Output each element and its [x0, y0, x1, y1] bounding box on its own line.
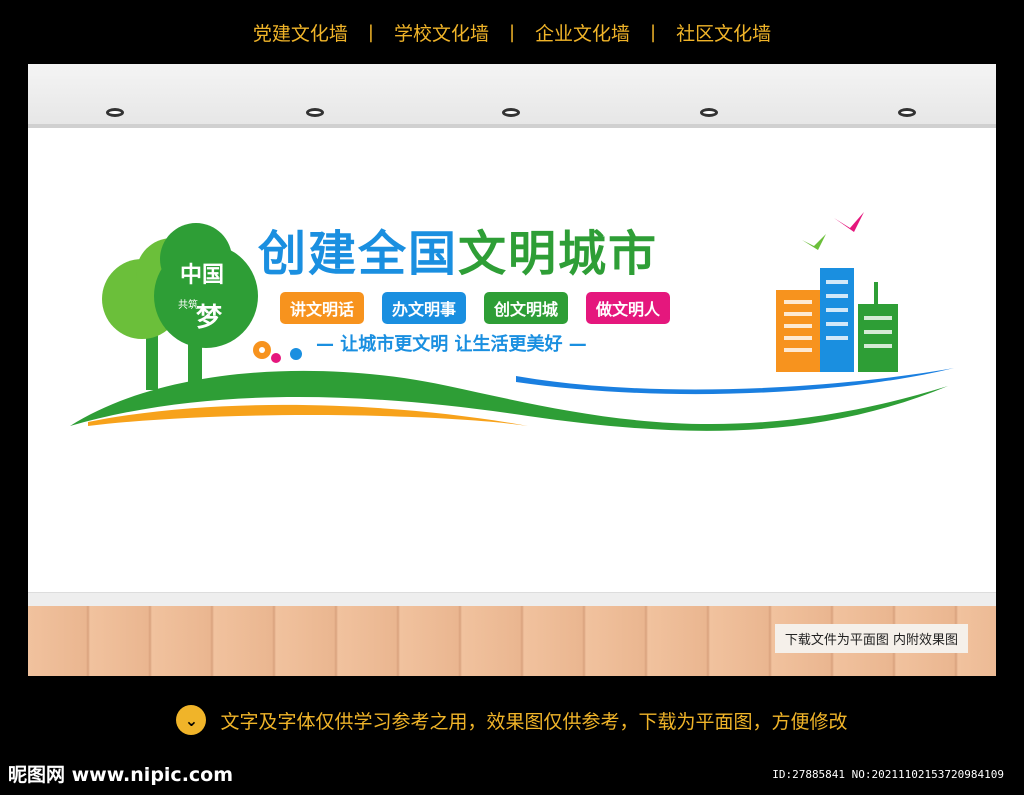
- tag-build: 创文明城: [484, 292, 569, 324]
- tree-trunk: [146, 334, 158, 390]
- tag-speak: 讲文明话: [280, 292, 365, 324]
- badge-bottom-text: 梦: [196, 303, 223, 333]
- tag-be: 做文明人: [586, 292, 671, 324]
- mockup-scene: 中国 共筑 梦 创建全国文明城市 讲文明话 办文明事 创文明城 做文明人 — 让…: [28, 64, 996, 676]
- bird-icon: [802, 234, 826, 250]
- chevron-down-icon[interactable]: ⌄: [176, 705, 207, 735]
- headline-part-2: 文明城市: [458, 226, 659, 282]
- tag-act: 办文明事: [382, 292, 467, 324]
- badge-top-text: 中国: [180, 262, 224, 288]
- building-green: [858, 304, 898, 372]
- slogan-line: — 让城市更文明 让生活更美好 —: [316, 334, 587, 355]
- footer-bar: ⌄ 文字及字体仅供学习参考之用，效果图仅供参考，下载为平面图，方便修改: [0, 690, 1024, 750]
- top-nav: 党建文化墙 | 学校文化墙 | 企业文化墙 | 社区文化墙: [0, 0, 1024, 64]
- badge-side-text: 共筑: [178, 298, 198, 311]
- orange-swoosh: [88, 404, 528, 426]
- bird-icon: [834, 212, 864, 232]
- image-id: ID:27885841 NO:20211102153720984109: [772, 768, 1004, 781]
- headline-part-1: 创建全国: [258, 226, 459, 282]
- nav-item-school[interactable]: 学校文化墙: [374, 19, 509, 46]
- nav-item-enterprise[interactable]: 企业文化墙: [515, 19, 650, 46]
- floor-note: 下载文件为平面图 内附效果图: [774, 624, 968, 653]
- slogan-tags: 讲文明话 办文明事 创文明城 做文明人: [280, 292, 671, 324]
- flower-icon: [271, 353, 281, 363]
- nav-item-community[interactable]: 社区文化墙: [656, 19, 791, 46]
- headline: 创建全国文明城市: [258, 214, 658, 284]
- footer-text: 文字及字体仅供学习参考之用，效果图仅供参考，下载为平面图，方便修改: [220, 710, 848, 733]
- nav-item-party[interactable]: 党建文化墙: [233, 19, 368, 46]
- flower-icon: [290, 348, 302, 360]
- brand-logo[interactable]: 昵图网 www.nipic.com: [8, 760, 233, 787]
